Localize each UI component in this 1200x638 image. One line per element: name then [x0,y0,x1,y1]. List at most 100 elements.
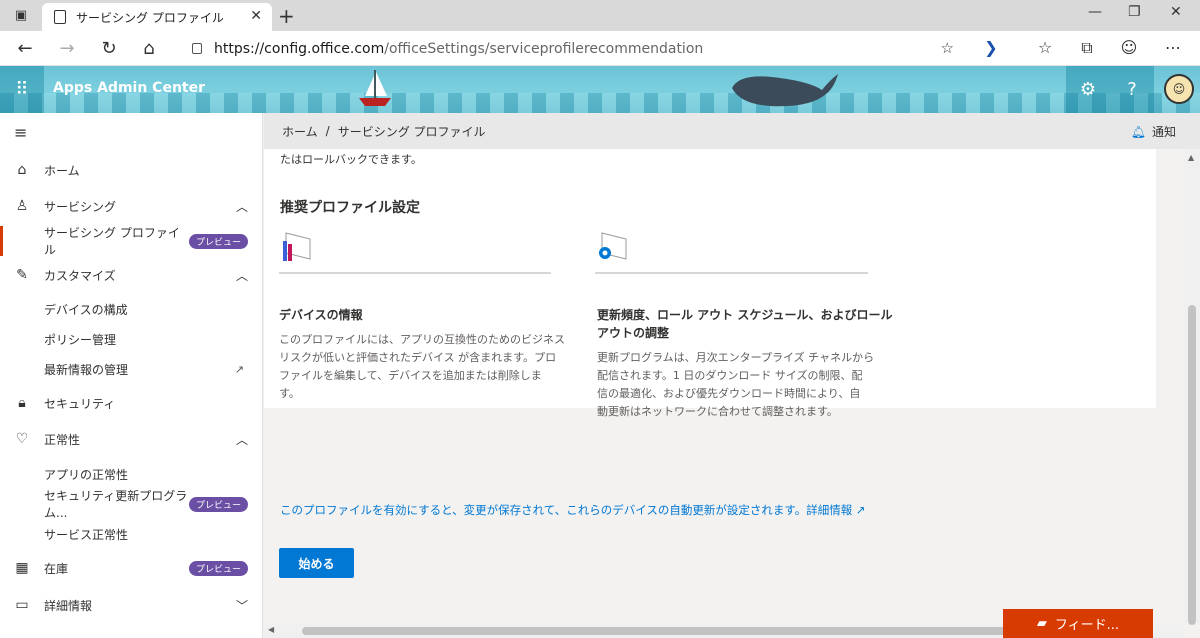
breadcrumb: ホーム / サービシング プロファイル 🔔︎ 通知 [264,113,1200,149]
nav-label: デバイスの構成 [44,302,128,317]
heart-icon: ♡ [15,431,29,447]
chevron-down-icon: ﹀ [235,598,248,613]
vertical-scrollbar[interactable]: ▲ [1184,149,1200,625]
scroll-up-icon[interactable]: ▲ [1188,153,1194,162]
scroll-thumb[interactable] [1188,305,1196,625]
notifications-label: 通知 [1151,125,1176,139]
add-favorite-icon[interactable]: ☆ [941,39,954,57]
nav-item-health[interactable]: ♡ 正常性 ︿ [0,424,262,454]
preview-badge: プレビュー [188,496,248,512]
chat-icon: ▰ [1036,616,1047,631]
forward-icon[interactable]: → [56,37,78,59]
feedback-button[interactable]: ▰ フィード... [1003,609,1153,638]
nav-label: 正常性 [44,432,81,447]
external-link-icon: ↗ [855,503,866,517]
extension-icon[interactable]: ❯ [980,38,1002,57]
minimize-icon[interactable]: — [1088,4,1102,20]
bell-icon: 🔔︎ [1130,124,1146,139]
learn-more-link[interactable]: このプロファイルを有効にすると、変更が保存されて、これらのデバイスの自動更新が設… [280,502,866,518]
lock-icon [192,43,202,54]
start-button[interactable]: 始める [279,548,354,578]
nav-item-servicing[interactable]: ♙ サービシング ︿ [0,191,262,221]
divider [595,272,868,274]
help-icon[interactable]: ? [1110,66,1154,113]
feature2-desc-line4: 動更新はネットワークに合わせて調整されます。 [597,405,838,418]
browser-tab[interactable]: サービシング プロファイル ✕ [42,3,272,31]
nav-item-security[interactable]: 🔒︎ セキュリティ [0,388,262,418]
nav-item-home[interactable]: ⌂ ホーム [0,155,262,185]
feature1-desc-line3: ファイルを編集して、デバイスを追加または削除しま [279,369,542,382]
nav-item-policy[interactable]: ポリシー管理 [0,324,262,354]
url-host: https://config.office.com [214,40,385,57]
nav-item-security-update[interactable]: セキュリティ更新プログラム... プレビュー [0,489,262,520]
app-launcher-icon[interactable]: ⠿ [0,66,44,113]
feature2-desc-line1: 更新プログラムは、月次エンタープライズ チャネルから [597,351,875,364]
feature1-title: デバイスの情報 [279,308,363,322]
nav-item-inventory[interactable]: ▦ 在庫 プレビュー [0,553,262,583]
nav-label: 最新情報の管理 [44,362,129,377]
back-icon[interactable]: ← [14,37,36,59]
book-icon: ▭ [15,597,29,613]
external-link-icon: ↗ [234,362,244,376]
sailboat-icon [359,70,391,106]
feature1-desc-line2: リスクが低いと評価されたデバイス が含まれます。プロ [279,351,557,364]
scroll-left-icon[interactable]: ◀ [268,625,274,634]
nav-item-device-config[interactable]: デバイスの構成 [0,294,262,324]
address-bar-row: ← → ↻ ⌂ https://config.office.com/office… [0,31,1200,66]
new-tab-icon[interactable]: + [278,4,295,28]
chevron-up-icon: ︿ [235,268,248,283]
close-window-icon[interactable]: ✕ [1170,4,1182,20]
nav-label: セキュリティ [44,396,116,411]
restore-icon[interactable]: ❐ [1128,4,1141,20]
chevron-up-icon: ︿ [235,432,248,447]
main-content: たはロールバックできます。 推奨プロファイル設定 デバイスの情報 このプロファイ… [264,149,1184,624]
settings-icon[interactable]: ⚙ [1066,66,1110,113]
preview-badge: プレビュー [188,233,248,249]
nav-item-whats-new[interactable]: 最新情報の管理 ↗ [0,354,262,384]
nav-label: ポリシー管理 [44,332,117,347]
feature1-desc-line1: このプロファイルには、アプリの互換性のためのビジネス [279,333,565,346]
close-tab-icon[interactable]: ✕ [250,8,262,24]
home-icon[interactable]: ⌂ [138,37,160,59]
info-text: このプロファイルを有効にすると、変更が保存されて、これらのデバイスの自動更新が設… [280,503,853,517]
nav-item-customize[interactable]: ✎ カスタマイズ ︿ [0,260,262,290]
favorites-icon[interactable]: ☆ [1034,38,1056,57]
app-title: Apps Admin Center [53,80,205,96]
profile-icon[interactable]: ☺ [1118,38,1140,57]
feedback-label: フィード... [1054,618,1120,633]
breadcrumb-home[interactable]: ホーム [282,123,318,140]
nav-label: アプリの正常性 [44,467,129,482]
collections-icon[interactable]: ⧉ [1076,38,1098,58]
url-field[interactable]: https://config.office.com/officeSettings… [176,34,966,63]
header-decoration [0,93,1200,113]
nav-label: サービシング [44,199,117,214]
nav-item-app-health[interactable]: アプリの正常性 [0,459,262,489]
feature2-desc-line3: 信の最適化、および優先ダウンロード時間により、自 [597,387,861,400]
more-icon[interactable]: ⋯ [1162,38,1184,57]
nav-item-service-health[interactable]: サービス正常性 [0,519,262,549]
nav-item-learn-more[interactable]: ▭ 詳細情報 ﹀ [0,590,262,620]
lock-icon: 🔒︎ [18,395,26,411]
customize-icon: ✎ [16,267,28,283]
avatar[interactable]: ☺ [1164,74,1194,104]
nav-item-servicing-profile[interactable]: サービシング プロファイル プレビュー [0,226,262,257]
devices-icon [283,232,311,261]
chevron-up-icon: ︿ [235,199,248,214]
breadcrumb-current: サービシング プロファイル [337,124,486,139]
refresh-icon[interactable]: ↻ [98,37,120,59]
nav-label: 在庫 [44,561,69,576]
notifications-button[interactable]: 🔔︎ 通知 [1131,123,1176,140]
nav-label: 詳細情報 [44,598,93,613]
tab-actions-icon[interactable]: ▣ [10,6,32,24]
browser-tab-strip: ▣ サービシング プロファイル ✕ + — ❐ ✕ [0,0,1200,31]
nav-label: カスタマイズ [44,268,116,283]
feature1-desc-line4: す。 [279,387,300,400]
hamburger-icon[interactable]: ≡ [14,123,27,142]
servicing-icon: ♙ [15,198,29,214]
nav-label: サービシング プロファイル [44,226,180,257]
update-gear-icon [599,232,627,260]
left-nav: ≡ ⌂ ホーム ♙ サービシング ︿ サービシング プロファイル プレビュー ✎… [0,113,263,638]
divider [279,272,551,274]
page-icon [54,10,66,24]
nav-label: セキュリティ更新プログラム... [44,489,188,520]
